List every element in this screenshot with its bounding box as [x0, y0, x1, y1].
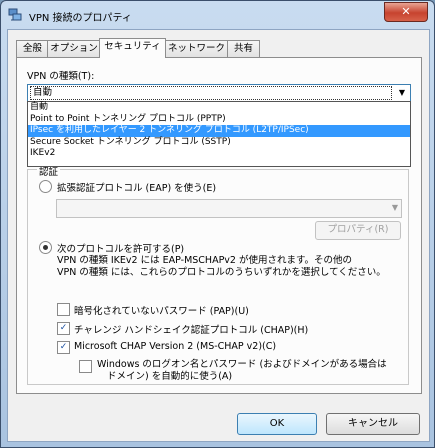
windows-logon-label: Windows のログオン名とパスワード (およびドメインがある場合は ドメイン…	[97, 359, 387, 383]
window-title: VPN 接続のプロパティ	[29, 13, 132, 24]
tab-security[interactable]: セキュリティ	[99, 38, 166, 58]
cancel-button[interactable]: キャンセル	[326, 413, 420, 435]
title-bar[interactable]: VPN 接続のプロパティ ✕	[1, 1, 434, 29]
windows-logon-label-line-2: ドメイン) を自動的に使う(A)	[107, 371, 233, 382]
eap-method-select[interactable]: ▼	[56, 199, 402, 218]
tab-sharing[interactable]: 共有	[227, 40, 260, 57]
vpn-type-option-auto[interactable]: 自動	[28, 102, 410, 114]
windows-logon-label-line-1: Windows のログオン名とパスワード (およびドメインがある場合は	[97, 359, 387, 370]
mschapv2-checkbox-label: Microsoft CHAP Version 2 (MS-CHAP v2)(C)	[74, 341, 277, 352]
protocols-description-line-1: VPN の種類 IKEv2 には EAP-MSCHAPv2 が使用されます。その…	[57, 255, 353, 266]
eap-radio[interactable]	[39, 180, 52, 193]
chap-checkbox-label: チャレンジ ハンドシェイク認証プロトコル (CHAP)(H)	[74, 325, 309, 336]
protocols-description-line-2: VPN の種類 には、これらのプロトコルのうちいずれかを選択してください。	[57, 267, 386, 278]
tab-options[interactable]: オプション	[47, 40, 101, 57]
vpn-type-option-l2tp[interactable]: IPsec を利用したレイヤー 2 トンネリング プロトコル (L2TP/IPS…	[28, 125, 410, 137]
allow-protocols-radio-label: 次のプロトコルを許可する(P)	[57, 244, 185, 255]
tab-general[interactable]: 全般	[16, 40, 49, 57]
mschapv2-checkbox[interactable]: ✓	[57, 341, 70, 354]
eap-radio-label: 拡張認証プロトコル (EAP) を使う(E)	[57, 183, 217, 194]
windows-logon-checkbox[interactable]: ✓	[79, 360, 92, 373]
dialog-client-area: 全般 オプション セキュリティ ネットワーク 共有 VPN の種類(T): 自動…	[7, 29, 430, 442]
vpn-type-option-sstp[interactable]: Secure Socket トンネリング プロトコル (SSTP)	[28, 137, 410, 149]
pap-checkbox-label: 暗号化されていないパスワード (PAP)(U)	[74, 306, 249, 317]
tab-network[interactable]: ネットワーク	[164, 40, 229, 57]
vpn-type-dropdown-list: 自動 Point to Point トンネリング プロトコル (PPTP) IP…	[27, 101, 411, 167]
allow-protocols-radio[interactable]	[39, 241, 52, 254]
vpn-type-option-ikev2[interactable]: IKEv2	[28, 148, 410, 160]
chevron-down-icon: ▼	[391, 203, 398, 212]
vpn-type-option-pptp[interactable]: Point to Point トンネリング プロトコル (PPTP)	[28, 114, 410, 126]
pap-checkbox[interactable]: ✓	[57, 303, 70, 316]
network-connection-icon	[8, 8, 22, 21]
chevron-down-icon[interactable]: ▼	[396, 87, 408, 99]
security-tab-panel: VPN の種類(T): 自動 ▼ 自動 Point to Point トンネリン…	[16, 57, 422, 394]
ok-button[interactable]: OK	[237, 413, 317, 435]
vpn-properties-dialog: VPN 接続のプロパティ ✕ 全般 オプション セキュリティ ネットワーク 共有…	[0, 0, 435, 448]
vpn-type-label: VPN の種類(T):	[27, 71, 95, 82]
eap-properties-button[interactable]: プロパティ(R)	[315, 221, 401, 240]
protocols-description: VPN の種類 IKEv2 には EAP-MSCHAPv2 が使用されます。その…	[57, 255, 397, 279]
vpn-type-selected-value: 自動	[30, 86, 392, 100]
chap-checkbox[interactable]: ✓	[57, 322, 70, 335]
close-button[interactable]: ✕	[384, 2, 428, 22]
vpn-type-select[interactable]: 自動 ▼	[27, 84, 411, 102]
